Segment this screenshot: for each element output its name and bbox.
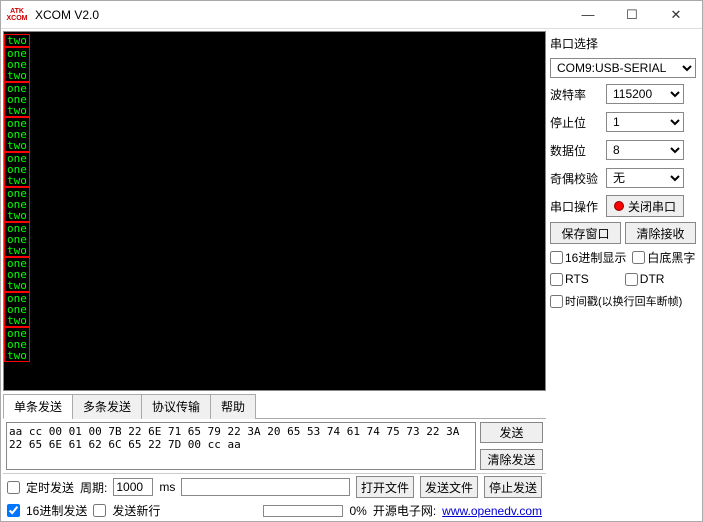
clear-send-button[interactable]: 清除发送 [480,449,543,470]
data-label: 数据位 [550,142,600,159]
close-button[interactable]: ✕ [654,1,698,29]
send-newline-checkbox[interactable] [93,504,106,517]
baud-select[interactable]: 115200 [606,84,684,104]
tab-protocol[interactable]: 协议传输 [141,394,211,419]
white-black-checkbox[interactable] [632,251,645,264]
rts-checkbox[interactable] [550,273,563,286]
close-port-button[interactable]: 关闭串口 [606,195,684,217]
hex-send-checkbox[interactable] [7,504,20,517]
period-label: 周期: [80,479,107,496]
footer-link[interactable]: www.openedv.com [442,504,542,518]
send-tabs: 单条发送 多条发送 协议传输 帮助 [3,393,546,419]
app-logo: ATKXCOM [5,6,29,24]
clear-recv-button[interactable]: 清除接收 [625,222,696,244]
progress-bar [263,505,343,517]
terminal-output[interactable]: twooneonetwooneonetwooneonetwooneonetwoo… [3,31,546,391]
period-input[interactable] [113,478,153,496]
footer-text: 开源电子网: [373,502,436,519]
send-newline-label: 发送新行 [112,502,160,519]
side-panel: 串口选择 COM9:USB-SERIAL 波特率 115200 停止位 1 数据位 8… [550,31,700,521]
dtr-checkbox[interactable] [625,273,638,286]
timed-send-checkbox[interactable] [7,481,20,494]
send-file-button[interactable]: 发送文件 [420,476,478,498]
send-input[interactable]: aa cc 00 01 00 7B 22 6E 71 65 79 22 3A 2… [6,422,476,470]
port-select[interactable]: COM9:USB-SERIAL [550,58,696,78]
timed-send-label: 定时发送 [26,479,74,496]
parity-label: 奇偶校验 [550,170,600,187]
titlebar: ATKXCOM XCOM V2.0 — ☐ ✕ [1,1,702,29]
tab-help[interactable]: 帮助 [210,394,256,419]
window-title: XCOM V2.0 [35,8,99,22]
port-select-label: 串口选择 [550,35,696,52]
op-label: 串口操作 [550,198,600,215]
stop-label: 停止位 [550,114,600,131]
minimize-button[interactable]: — [566,1,610,29]
send-button[interactable]: 发送 [480,422,543,443]
save-window-button[interactable]: 保存窗口 [550,222,621,244]
record-icon [614,201,624,211]
parity-select[interactable]: 无 [606,168,684,188]
maximize-button[interactable]: ☐ [610,1,654,29]
period-unit: ms [159,480,175,494]
stopbit-select[interactable]: 1 [606,112,684,132]
tab-multi-send[interactable]: 多条发送 [72,394,142,419]
hex-display-checkbox[interactable] [550,251,563,264]
stop-send-button[interactable]: 停止发送 [484,476,542,498]
hex-send-label: 16进制发送 [26,502,87,519]
file-path-input[interactable] [181,478,350,496]
baud-label: 波特率 [550,86,600,103]
databit-select[interactable]: 8 [606,140,684,160]
progress-text: 0% [349,504,366,518]
timestamp-checkbox[interactable] [550,295,563,308]
open-file-button[interactable]: 打开文件 [356,476,414,498]
tab-single-send[interactable]: 单条发送 [3,394,73,419]
